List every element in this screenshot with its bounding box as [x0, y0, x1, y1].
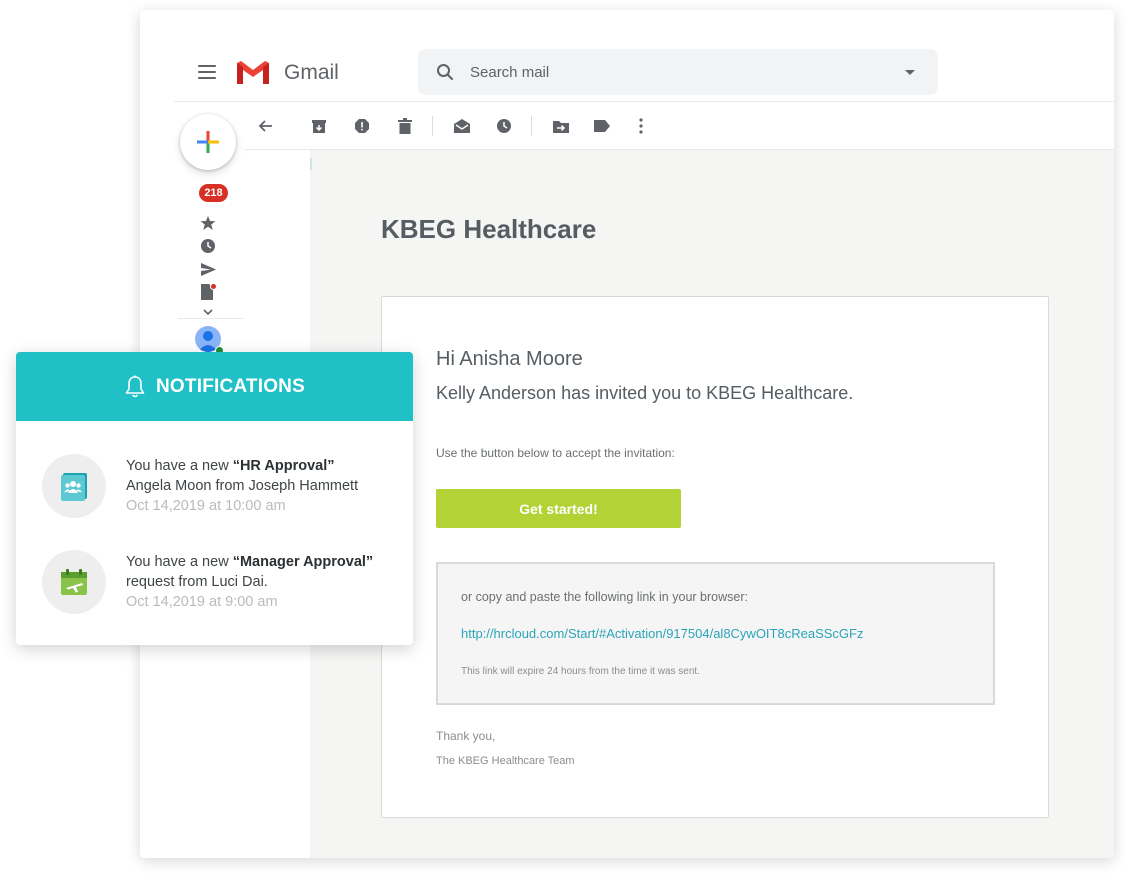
mark-unread-icon[interactable] — [452, 116, 472, 136]
unread-count-badge[interactable]: 218 — [199, 184, 228, 202]
notification-item-hr-approval[interactable]: You have a new “HR Approval” Angela Moon… — [16, 454, 413, 534]
activation-link-box: or copy and paste the following link in … — [436, 562, 995, 705]
main-menu-icon[interactable] — [198, 65, 216, 79]
notification-time: Oct 14,2019 at 10:00 am — [126, 498, 286, 514]
search-icon[interactable] — [436, 63, 454, 81]
toolbar-separator — [432, 116, 433, 136]
notification-icon-wrapper — [42, 454, 106, 518]
email-signature: The KBEG Healthcare Team — [436, 755, 575, 767]
notification-icon-wrapper — [42, 550, 106, 614]
notification-detail: Angela Moon from Joseph Hammett — [126, 478, 359, 494]
more-vert-icon[interactable] — [631, 116, 651, 136]
gmail-wordmark: Gmail — [284, 61, 339, 84]
notification-type: “Manager Approval” — [232, 554, 374, 570]
invitation-card: Hi Anisha Moore Kelly Anderson has invit… — [381, 296, 1049, 818]
notification-type: “HR Approval” — [232, 458, 335, 474]
snooze-icon[interactable] — [494, 116, 514, 136]
delete-icon[interactable] — [395, 116, 415, 136]
activation-link[interactable]: http://hrcloud.com/Start/#Activation/917… — [461, 626, 863, 641]
manager-approval-icon — [61, 569, 87, 595]
notification-time: Oct 14,2019 at 9:00 am — [126, 594, 278, 610]
sent-icon[interactable] — [199, 260, 217, 278]
notification-prefix: You have a new — [126, 458, 233, 474]
email-greeting: Hi Anisha Moore — [436, 348, 583, 370]
search-options-caret-icon[interactable] — [905, 70, 915, 75]
search-bar[interactable] — [418, 49, 938, 95]
archive-icon[interactable] — [309, 116, 329, 136]
link-intro-text: or copy and paste the following link in … — [461, 590, 748, 604]
notification-text: You have a new “Manager Approval” reques… — [126, 552, 373, 612]
notification-text: You have a new “HR Approval” Angela Moon… — [126, 456, 358, 516]
email-body-area: KBEG Healthcare Hi Anisha Moore Kelly An… — [310, 150, 1114, 858]
message-toolbar — [244, 102, 1114, 150]
link-expiry-note: This link will expire 24 hours from the … — [461, 666, 700, 677]
notification-prefix: You have a new — [126, 554, 233, 570]
notifications-header: NOTIFICATIONS — [16, 352, 413, 421]
move-to-icon[interactable] — [551, 116, 571, 136]
decorative-line — [310, 158, 312, 170]
starred-icon[interactable] — [199, 214, 217, 232]
drafts-icon[interactable] — [199, 283, 217, 301]
compose-button[interactable] — [180, 114, 236, 170]
notifications-panel: NOTIFICATIONS You have a new “HR Approva… — [16, 352, 413, 645]
email-thanks: Thank you, — [436, 729, 496, 743]
gmail-logo-icon[interactable] — [235, 59, 271, 86]
hr-approval-icon — [61, 473, 87, 501]
label-icon[interactable] — [592, 116, 612, 136]
invite-instruction: Use the button below to accept the invit… — [436, 446, 675, 460]
gmail-header: Gmail — [140, 10, 1114, 102]
search-input[interactable] — [470, 49, 870, 95]
bell-icon — [125, 375, 145, 397]
more-chevron-down-icon[interactable] — [199, 306, 217, 318]
notifications-title: NOTIFICATIONS — [156, 375, 305, 397]
invite-message: Kelly Anderson has invited you to KBEG H… — [436, 383, 854, 403]
get-started-button[interactable]: Get started! — [436, 489, 681, 528]
notification-item-manager-approval[interactable]: You have a new “Manager Approval” reques… — [16, 550, 413, 630]
compose-plus-icon — [197, 131, 219, 153]
email-brand-title: KBEG Healthcare — [381, 214, 597, 244]
report-spam-icon[interactable] — [352, 116, 372, 136]
toolbar-separator — [531, 116, 532, 136]
notification-detail: request from Luci Dai. — [126, 574, 268, 590]
back-arrow-icon[interactable] — [256, 116, 276, 136]
snoozed-icon[interactable] — [199, 237, 217, 255]
sidebar-divider — [178, 318, 244, 319]
